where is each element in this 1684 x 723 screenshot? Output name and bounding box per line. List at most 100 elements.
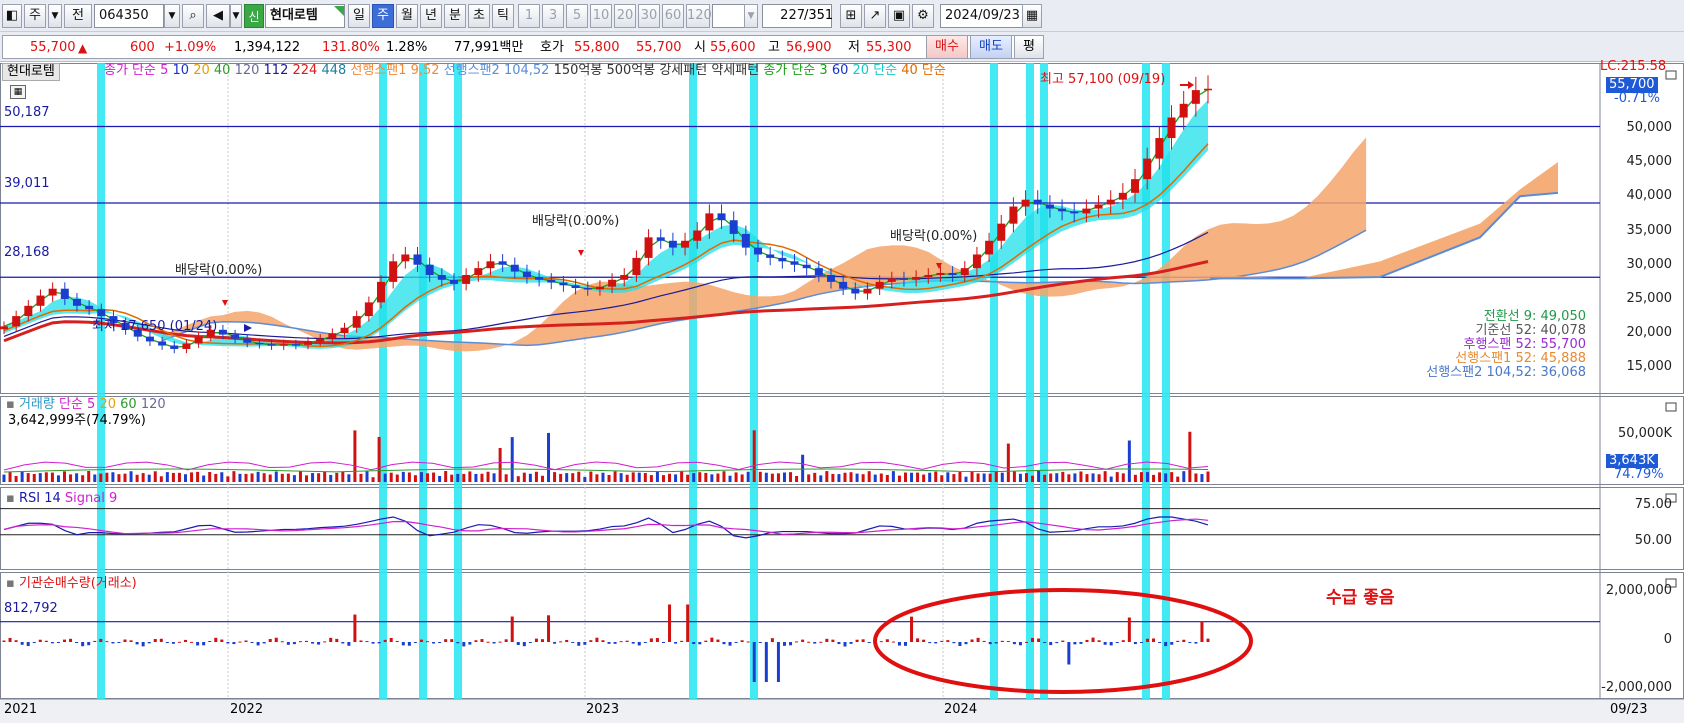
interval-10-button[interactable]: 10 — [590, 4, 612, 28]
eval-button[interactable]: 평 — [1014, 35, 1044, 59]
volume-tag: 3,643K — [1606, 454, 1658, 468]
up-arrow-icon: ▲ — [78, 41, 88, 55]
period-second-button[interactable]: 초 — [468, 4, 490, 28]
period-toggle-button[interactable]: 주 — [24, 4, 46, 28]
price-legend-item-17[interactable]: 20 단순 — [853, 63, 902, 78]
inst-bar-170 — [1031, 637, 1035, 642]
volume-bar-104 — [631, 472, 635, 482]
interval-30-button[interactable]: 30 — [638, 4, 660, 28]
inst-ref-label: 812,792 — [4, 601, 58, 616]
period-day-button[interactable]: 일 — [348, 4, 370, 28]
inst-bar-130 — [789, 642, 793, 646]
sell-button[interactable]: 매도 — [970, 35, 1012, 59]
volume-bar-170 — [1031, 475, 1035, 482]
price-legend-item-14[interactable]: 약세패턴 — [711, 63, 763, 78]
chart-type-icon[interactable]: ⊞ — [840, 4, 862, 28]
code-dropdown-icon[interactable]: ▼ — [164, 4, 180, 28]
interval-60-button[interactable]: 60 — [662, 4, 684, 28]
period-year-button[interactable]: 년 — [420, 4, 442, 28]
inst-bar-168 — [1018, 642, 1022, 646]
price-legend-item-13[interactable]: 강세패턴 — [659, 63, 711, 78]
price-legend-item-2[interactable]: 10 — [173, 63, 194, 78]
buy-button[interactable]: 매수 — [926, 35, 968, 59]
volume-bar-66 — [401, 471, 405, 482]
inst-bar-120 — [728, 642, 732, 646]
volume-bar-151 — [916, 472, 920, 482]
price-legend-item-6[interactable]: 112 — [264, 63, 293, 78]
save-icon[interactable]: ▣ — [888, 4, 910, 28]
price-legend-item-5[interactable]: 120 — [235, 63, 264, 78]
calendar-icon[interactable]: ▦ — [1022, 4, 1042, 28]
volume-bar-17 — [105, 472, 109, 482]
interval-5-button[interactable]: 5 — [566, 4, 588, 28]
inst-bar-26 — [159, 638, 163, 642]
ask-label: 호가 — [540, 40, 564, 55]
candle-body-94 — [1143, 158, 1152, 180]
period-minute-button[interactable]: 분 — [444, 4, 466, 28]
interval-3-button[interactable]: 3 — [542, 4, 564, 28]
period-week-button[interactable]: 주 — [372, 4, 394, 28]
inst-bar-140 — [849, 642, 853, 644]
draw-tool-icon[interactable]: ↗ — [864, 4, 886, 28]
volume-bar-114 — [692, 473, 696, 482]
price-legend-item-8[interactable]: 448 — [321, 63, 350, 78]
candle-body-4 — [48, 288, 57, 296]
price-legend-item-16[interactable]: 60 — [832, 63, 853, 78]
period-month-button[interactable]: 월 — [396, 4, 418, 28]
volume-bar-193 — [1170, 472, 1174, 482]
rsi-legend-signal: Signal 9 — [64, 491, 118, 506]
interval-1-button[interactable]: 1 — [518, 4, 540, 28]
price-legend-item-10[interactable]: 선행스팬2 104,52 — [444, 63, 554, 78]
prev-button[interactable]: 전 — [64, 4, 92, 28]
inst-bar-44 — [268, 638, 272, 642]
price-pct-tag: -0.71% — [1614, 91, 1660, 106]
volume-bar-4 — [26, 473, 30, 482]
price-legend-item-3[interactable]: 20 — [193, 63, 214, 78]
interval-20-button[interactable]: 20 — [614, 4, 636, 28]
volume-bar-63 — [383, 473, 387, 482]
inst-bar-93 — [565, 639, 569, 642]
search-icon[interactable]: ⌕ — [182, 4, 204, 28]
price-legend-item-11[interactable]: 150억봉 — [554, 63, 607, 78]
price-legend-item-1[interactable]: 종가 단순 5 — [104, 63, 173, 78]
chart-svg[interactable] — [0, 63, 1684, 723]
table-icon[interactable]: ▦ — [10, 85, 26, 99]
inst-bar-167 — [1012, 642, 1016, 645]
inst-bar-115 — [698, 642, 702, 645]
inst-bar-69 — [419, 639, 423, 642]
price-legend-item-18[interactable]: 40 단순 — [901, 63, 946, 78]
speaker-icon[interactable]: ◀ — [206, 4, 230, 28]
volume-bar-58 — [353, 430, 357, 482]
interval-120-button[interactable]: 120 — [686, 4, 712, 28]
price-legend-item-9[interactable]: 선행스팬1 9,52 — [350, 63, 443, 78]
inst-bar-106 — [643, 642, 647, 643]
speaker-dropdown-icon[interactable]: ▼ — [230, 4, 242, 28]
inst-bar-180 — [1091, 637, 1095, 642]
settings-gear-icon[interactable]: ⚙ — [912, 4, 934, 28]
date-input[interactable]: 2024/09/23 — [940, 4, 1024, 28]
volume-legend-title: 거래량 — [18, 397, 55, 412]
inst-bar-163 — [988, 642, 992, 645]
price-legend-item-7[interactable]: 224 — [292, 63, 321, 78]
inst-bar-122 — [740, 640, 744, 642]
inst-bar-16 — [99, 638, 103, 642]
volume-bar-10 — [63, 471, 67, 482]
price-legend-item-4[interactable]: 40 — [214, 63, 235, 78]
period-tick-button[interactable]: 틱 — [492, 4, 514, 28]
price-legend-item-15[interactable]: 종가 단순 3 — [763, 63, 832, 78]
stock-name-field[interactable]: 현대로템 — [265, 4, 345, 28]
inst-bar-177 — [1073, 642, 1077, 645]
volume-bar-45 — [274, 471, 278, 482]
price-legend-item-12[interactable]: 500억봉 — [606, 63, 659, 78]
stock-code-input[interactable]: 064350 — [94, 4, 164, 28]
candle-body-62 — [754, 247, 763, 255]
volume-bar-139 — [843, 472, 847, 482]
rsi-legend-rsi: RSI 14 — [18, 491, 61, 506]
highlight-band-6 — [750, 63, 758, 699]
interval-dropdown-icon[interactable]: ▼ — [744, 4, 758, 28]
inst-bar-61 — [371, 642, 375, 644]
period-dropdown-icon[interactable]: ▼ — [48, 4, 62, 28]
candle-body-66 — [802, 264, 811, 269]
layout-icon[interactable]: ◧ — [2, 4, 22, 28]
inst-bar-48 — [292, 642, 296, 645]
